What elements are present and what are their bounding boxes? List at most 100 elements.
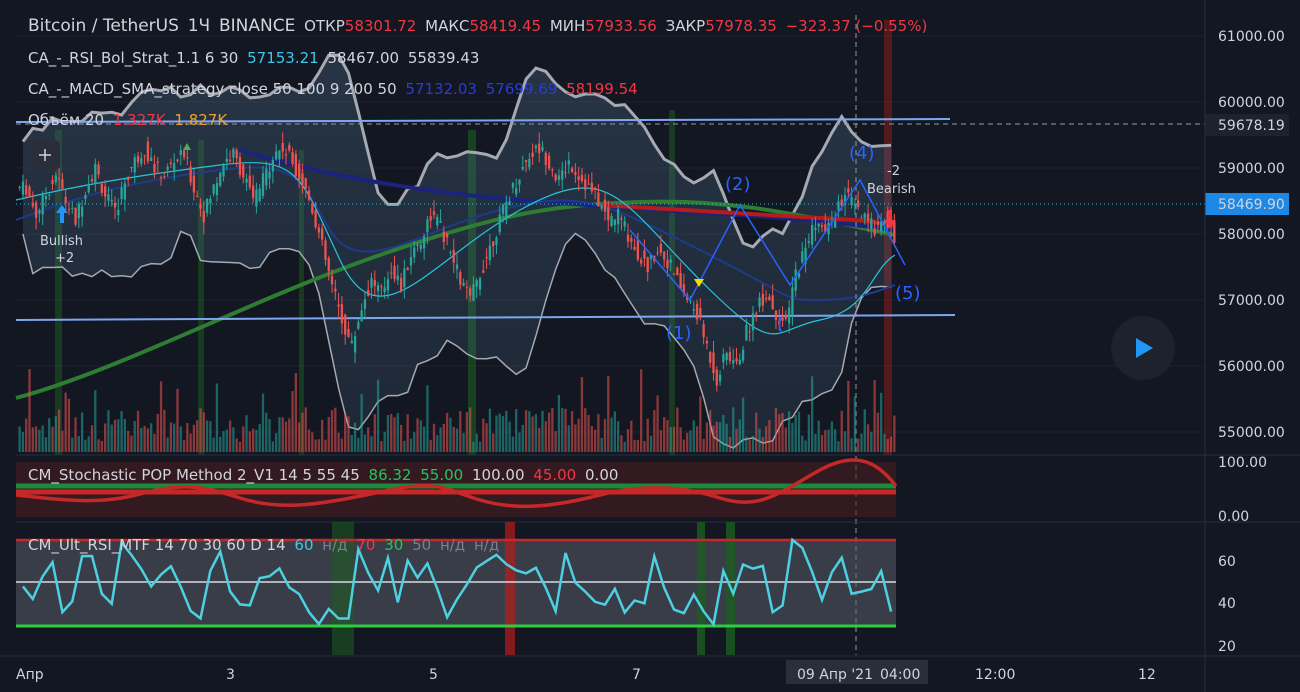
- candle-body: [228, 159, 232, 162]
- volume-bar: [633, 439, 636, 452]
- volume-bar: [498, 413, 501, 452]
- volume-bar: [488, 408, 492, 452]
- volume-bar: [146, 428, 150, 452]
- volume-bar: [133, 421, 136, 452]
- volume-bar: [219, 436, 222, 452]
- stoch-v4: 45.00: [533, 466, 577, 484]
- candle-body: [186, 157, 189, 159]
- volume-bar: [653, 410, 656, 452]
- candle-body: [541, 147, 544, 151]
- symbol-legend[interactable]: Bitcoin / TetherUS 1Ч BINANCE ОТКР58301.…: [28, 16, 931, 36]
- candle-body: [577, 176, 580, 180]
- candle-body: [97, 164, 100, 175]
- volume-bar: [228, 420, 232, 452]
- volume-bar: [482, 418, 485, 452]
- candle-body: [261, 173, 265, 196]
- volume-bar: [159, 381, 163, 452]
- candle-body: [146, 141, 150, 162]
- candle-body: [511, 182, 515, 188]
- volume-bar: [261, 393, 265, 452]
- candle-body: [445, 233, 449, 238]
- volume-bar: [120, 411, 123, 452]
- candle-body: [584, 179, 587, 190]
- volume-bar: [567, 425, 570, 452]
- volume-bar: [636, 439, 640, 452]
- volume-bar: [281, 417, 284, 452]
- volume-bar: [367, 427, 370, 452]
- volume-bar: [370, 436, 373, 452]
- volume-bar: [587, 414, 590, 452]
- play-replay-button[interactable]: [1111, 316, 1175, 380]
- volume-bar: [561, 408, 564, 452]
- volume-bar: [699, 396, 702, 452]
- stoch-legend[interactable]: CM_Stochastic POP Method 2_V1 14 5 55 45…: [28, 466, 622, 484]
- volume-bar: [215, 383, 219, 452]
- candle-body: [298, 163, 301, 180]
- volume-bar: [150, 423, 153, 452]
- stoch-v1: 86.32: [368, 466, 412, 484]
- candle-body: [18, 186, 21, 188]
- candle-body: [291, 152, 294, 165]
- volume-bar: [715, 421, 718, 452]
- volume-bar: [725, 423, 728, 452]
- candle-body: [363, 299, 367, 309]
- volume-bar: [347, 416, 350, 452]
- volume-bar: [640, 369, 643, 452]
- ult-rsi-legend[interactable]: CM_Ult_RSI_MTF 14 70 30 60 D 14 60 н/д 7…: [28, 536, 503, 554]
- volume-bar: [643, 441, 646, 452]
- trading-chart[interactable]: 61000.00 60000.00 59000.00 58000.00 57000.00…: [0, 0, 1300, 692]
- volume-bar: [593, 429, 597, 452]
- volume-bar: [692, 420, 695, 452]
- crosshair-date-label: 09 Апр '21: [797, 667, 873, 683]
- candle-body: [640, 259, 643, 264]
- macd-sma-legend[interactable]: CA_-_MACD_SMA_strategy close 50 100 9 20…: [28, 80, 642, 98]
- candle-body: [600, 205, 603, 209]
- volume-bar: [663, 417, 666, 452]
- candle-body: [370, 277, 373, 288]
- candle-body: [485, 256, 488, 259]
- volume-bar: [284, 421, 288, 452]
- volume-bar: [209, 421, 212, 452]
- candle-body: [281, 142, 284, 152]
- candle-body: [215, 183, 219, 196]
- volume-legend[interactable]: Объём 20 1.327K 1.827K: [28, 111, 231, 129]
- candle-body: [801, 251, 804, 263]
- candle-body: [663, 251, 666, 260]
- candle-body: [107, 194, 110, 201]
- candle-body: [334, 288, 337, 292]
- candle-body: [196, 196, 199, 198]
- volume-bar: [429, 439, 432, 452]
- volume-bar: [173, 423, 176, 452]
- wave-5-label: (5): [895, 283, 921, 304]
- volume-bar: [166, 437, 169, 452]
- volume-bar: [41, 425, 44, 452]
- volume-bar: [363, 434, 367, 452]
- candle-body: [722, 354, 725, 363]
- volume-bar: [722, 414, 725, 452]
- volume-bar: [735, 428, 738, 452]
- candle-body: [350, 340, 353, 344]
- rsi-bol-v3: 55839.43: [407, 49, 480, 67]
- volume-bar: [383, 431, 386, 452]
- candle-body: [413, 247, 416, 258]
- candle-body: [360, 310, 363, 322]
- candle-body: [613, 219, 616, 226]
- volume-bar: [764, 426, 768, 452]
- volume-bar: [755, 412, 758, 452]
- candle-body: [567, 160, 570, 165]
- volume-bar: [528, 411, 531, 452]
- volume-bar: [156, 413, 159, 452]
- chart-settings-button[interactable]: [30, 140, 60, 170]
- rsi-bol-legend[interactable]: CA_-_RSI_Bol_Strat_1.1 6 30 57153.21 584…: [28, 49, 483, 67]
- candle-body: [646, 257, 649, 273]
- candle-body: [616, 208, 620, 225]
- stoch-v5: 0.00: [585, 466, 619, 484]
- volume-bar: [74, 417, 77, 452]
- candle-body: [699, 307, 702, 317]
- candle-body: [436, 216, 439, 226]
- candle-body: [347, 329, 350, 337]
- volume-bar: [771, 440, 774, 452]
- candle-body: [732, 360, 735, 364]
- volume-bar: [117, 419, 120, 452]
- price-tick-label: 56000.00: [1218, 359, 1285, 375]
